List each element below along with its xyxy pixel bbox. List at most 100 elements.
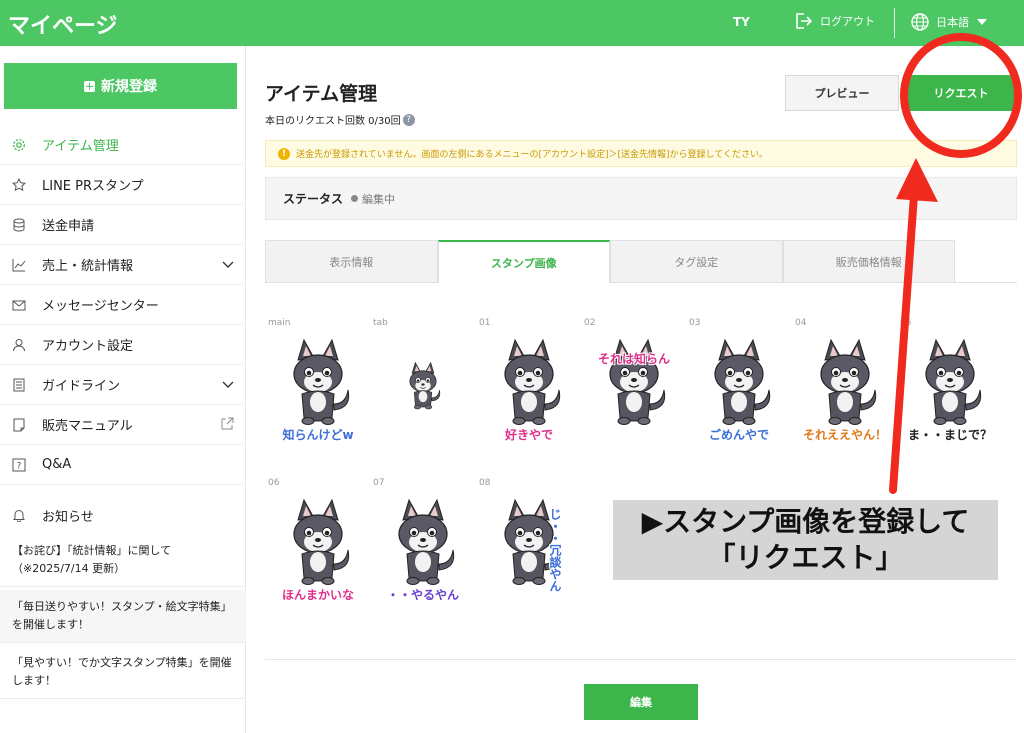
wolf-stamp-image — [409, 361, 441, 410]
sidebar-item-label: アイテム管理 — [42, 139, 119, 154]
tab-tag-settings[interactable]: タグ設定 — [610, 240, 783, 283]
stamp-item[interactable]: 08 じ・・冗談やん — [479, 478, 579, 608]
sidebar-item-label: アカウント設定 — [42, 339, 134, 354]
sidebar-item-remittance[interactable]: 送金申請 — [0, 205, 246, 245]
tab-stamp-images[interactable]: スタンプ画像 — [437, 240, 610, 283]
stamp-item[interactable]: 02 それは知らん — [584, 318, 684, 448]
plus-icon — [84, 80, 95, 92]
tab-display-info[interactable]: 表示情報 — [265, 240, 438, 283]
stamp-caption: ごめんやで — [708, 428, 769, 442]
page-root: マイページ TY ログアウト 日本語 新規登録 アイテム管理 LINE PRスタ… — [0, 0, 1024, 733]
stamp-item[interactable]: 05 ま・・まじで？ — [900, 318, 1000, 448]
sidebar-item-sales-manual[interactable]: 販売マニュアル — [0, 405, 246, 445]
top-bar: マイページ TY ログアウト 日本語 — [0, 0, 1024, 46]
sidebar-item-label: Q&A — [42, 457, 72, 472]
sidebar-item-message-center[interactable]: メッセージセンター — [0, 285, 246, 325]
sidebar-item-line-pr-stamp[interactable]: LINE PRスタンプ — [0, 165, 246, 205]
sidebar: 新規登録 アイテム管理 LINE PRスタンプ 送金申請 売上・統計情報 メッセ… — [0, 46, 246, 733]
stamp-item[interactable]: main 知らんけどw — [268, 318, 368, 448]
stamp-item[interactable]: 07 ・・やるやん — [373, 478, 473, 608]
notice-header: お知らせ — [0, 497, 246, 533]
sidebar-item-label: LINE PRスタンプ — [42, 179, 144, 194]
sidebar-item-item-management[interactable]: アイテム管理 — [0, 125, 246, 165]
news-item[interactable]: 「見やすい！でか文字スタンプ特集」を開催します！ — [0, 646, 246, 699]
stamp-item[interactable]: 06 ほんまかいな — [268, 478, 368, 608]
coins-icon — [12, 218, 26, 232]
stamp-label: 03 — [689, 318, 701, 328]
stamp-item[interactable]: tab — [373, 318, 473, 448]
language-selector[interactable]: 日本語 — [910, 12, 987, 32]
notice-title: お知らせ — [42, 509, 94, 525]
stamp-caption: ほんまかいな — [281, 588, 354, 602]
header-divider — [894, 8, 895, 38]
sidebar-item-account-settings[interactable]: アカウント設定 — [0, 325, 246, 365]
annotation-ring — [900, 33, 1022, 158]
language-label: 日本語 — [936, 16, 969, 29]
content-divider — [265, 659, 1017, 660]
stamp-item[interactable]: 04 それええやん！ — [795, 318, 895, 448]
stamp-label: 02 — [584, 318, 596, 328]
mail-icon — [12, 298, 26, 312]
news-item[interactable]: 【お詫び】「統計情報」に関して（※2025/7/14 更新） — [0, 534, 246, 587]
stamp-caption: それは知らん — [597, 352, 670, 366]
document-icon — [12, 378, 26, 392]
stamp-item[interactable]: 01 好きやで — [479, 318, 579, 448]
tab-underline — [955, 282, 1017, 283]
gear-icon — [12, 138, 26, 152]
request-count: 本日のリクエスト回数 0/30回 ? — [265, 112, 415, 127]
logout-button[interactable]: ログアウト — [794, 12, 875, 30]
annotation-line-2: 「リクエスト」 — [707, 541, 904, 574]
stamp-caption: 知らんけどw — [282, 428, 354, 442]
note-icon — [12, 418, 26, 432]
question-icon: ? — [12, 458, 26, 472]
request-count-text: 本日のリクエスト回数 0/30回 — [265, 116, 401, 127]
chart-icon — [12, 258, 26, 272]
stamp-label: 05 — [900, 318, 912, 328]
sidebar-item-qa[interactable]: ? Q&A — [0, 445, 246, 485]
sidebar-item-label: 送金申請 — [42, 219, 95, 234]
new-registration-label: 新規登録 — [101, 79, 157, 95]
sidebar-item-sales-stats[interactable]: 売上・統計情報 — [0, 245, 246, 285]
external-link-icon — [221, 417, 234, 430]
tab-price-info[interactable]: 販売価格情報 — [782, 240, 955, 283]
status-label: ステータス — [283, 192, 344, 206]
person-icon — [12, 338, 26, 352]
sidebar-item-label: メッセージセンター — [42, 299, 159, 314]
stamp-caption: それええやん！ — [802, 428, 887, 442]
new-registration-button[interactable]: 新規登録 — [4, 63, 237, 109]
stamp-caption: 好きやで — [504, 428, 553, 442]
stamp-label: 06 — [268, 478, 280, 488]
page-brand-title[interactable]: マイページ — [8, 8, 118, 40]
logout-label: ログアウト — [820, 15, 875, 28]
logout-icon — [796, 13, 812, 29]
stamp-label: 07 — [373, 478, 385, 488]
sidebar-item-label: 販売マニュアル — [42, 419, 133, 434]
user-initials[interactable]: TY — [733, 15, 750, 29]
page-title: アイテム管理 — [265, 83, 378, 105]
sidebar-item-label: ガイドライン — [42, 379, 121, 394]
status-value: 編集中 — [362, 192, 396, 206]
sidebar-item-guidelines[interactable]: ガイドライン — [0, 365, 246, 405]
stamp-item[interactable]: 03 ごめんやで — [689, 318, 789, 448]
help-icon[interactable]: ? — [402, 113, 415, 126]
stamp-caption: じ・・冗談やん — [548, 508, 562, 592]
star-icon — [12, 177, 26, 192]
warning-banner: ! 送金先が登録されていません。画面の左側にあるメニューの[アカウント設定]＞[… — [265, 140, 1017, 167]
tab-bar: 表示情報 スタンプ画像 タグ設定 販売価格情報 — [265, 240, 955, 283]
globe-icon — [911, 13, 929, 31]
stamp-caption: ・・やるやん — [386, 588, 459, 602]
edit-button[interactable]: 編集 — [584, 684, 698, 720]
status-dot-icon — [351, 195, 359, 202]
chevron-down-icon[interactable] — [222, 378, 234, 390]
sidebar-nav: アイテム管理 LINE PRスタンプ 送金申請 売上・統計情報 メッセージセンタ… — [0, 125, 246, 485]
chevron-down-icon[interactable] — [222, 258, 234, 270]
annotation-callout: ▶スタンプ画像を登録して 「リクエスト」 — [613, 500, 998, 580]
stamp-label: main — [268, 318, 291, 328]
stamp-label: 04 — [795, 318, 807, 328]
status-badge: 編集中 — [351, 191, 395, 207]
news-item[interactable]: 「毎日送りやすい！スタンプ・絵文字特集」を開催します！ — [0, 590, 246, 643]
svg-text:?: ? — [17, 461, 22, 471]
preview-button[interactable]: プレビュー — [785, 75, 899, 111]
stamp-label: 01 — [479, 318, 491, 328]
stamp-label: 08 — [479, 478, 491, 488]
